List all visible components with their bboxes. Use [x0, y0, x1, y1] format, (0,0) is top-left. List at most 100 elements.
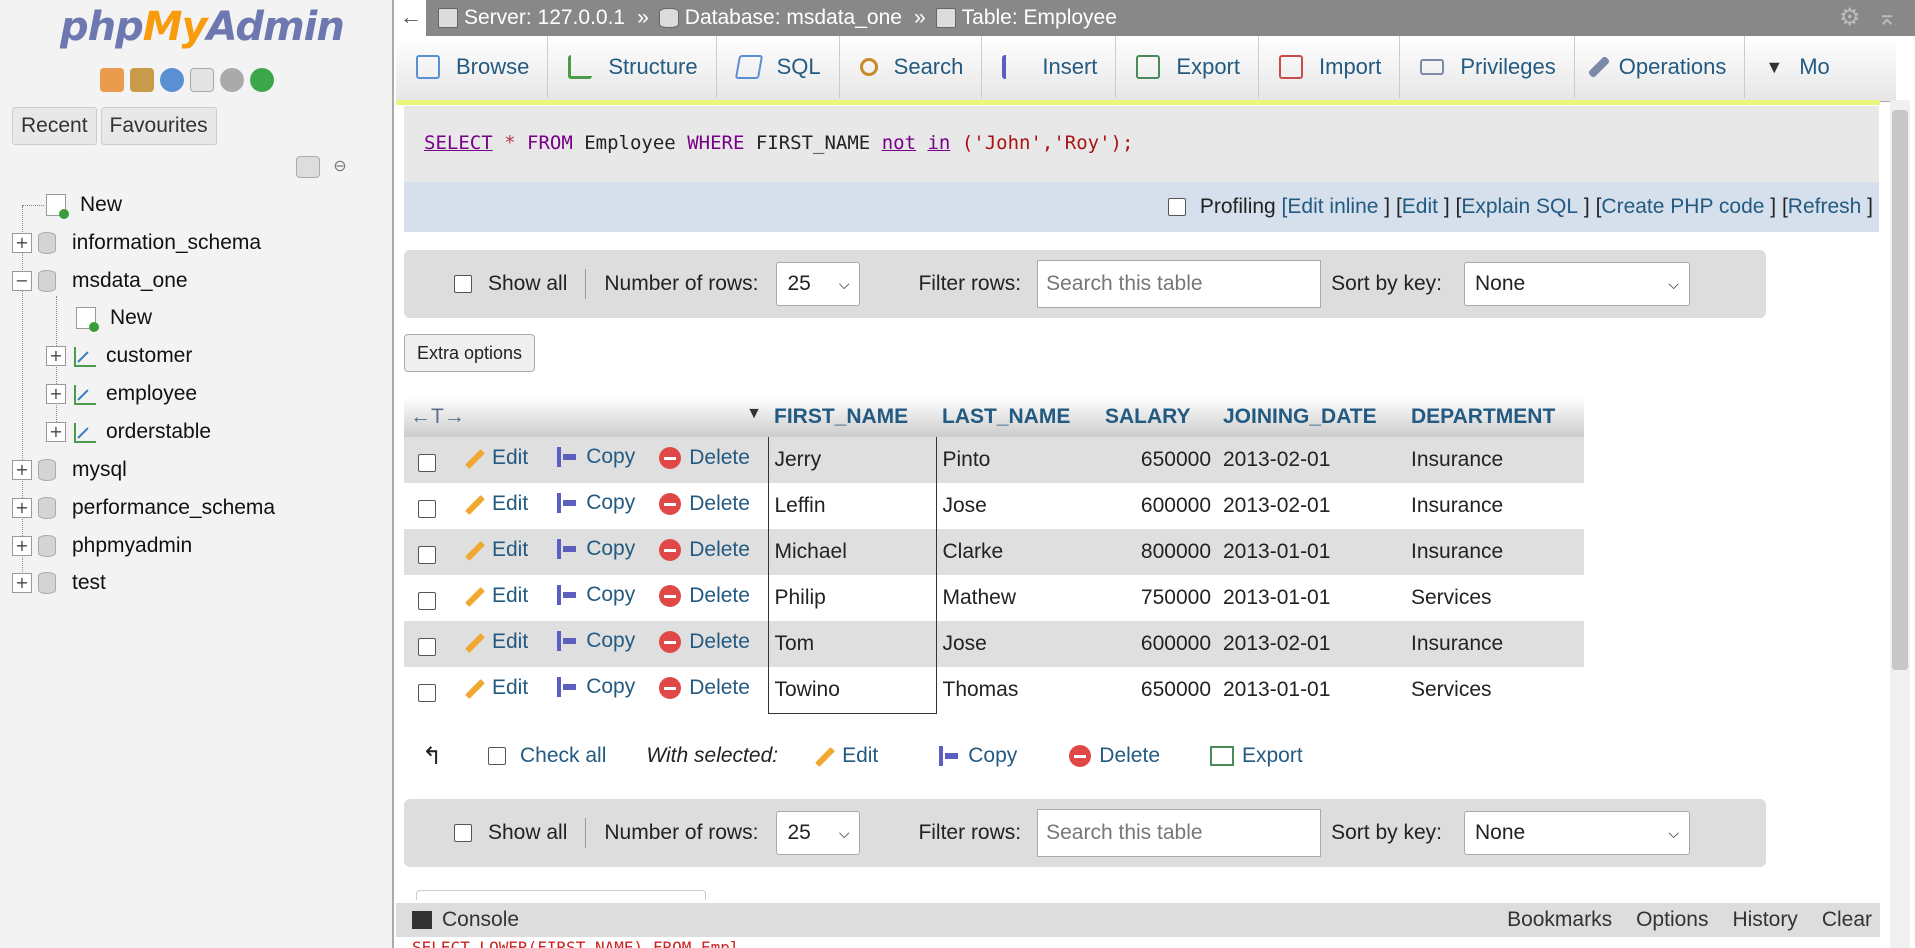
cell-salary[interactable]: 600000: [1099, 483, 1217, 529]
refresh-link[interactable]: Refresh: [1788, 195, 1862, 219]
cell-last-name[interactable]: Jose: [936, 483, 1099, 529]
row-copy[interactable]: Copy: [554, 675, 635, 699]
tab-sql[interactable]: SQL: [717, 36, 840, 98]
row-checkbox[interactable]: [418, 684, 436, 703]
cell-salary[interactable]: 650000: [1099, 437, 1217, 483]
collapse-minus-icon[interactable]: −: [12, 271, 32, 291]
row-delete[interactable]: Delete: [659, 676, 750, 700]
cell-salary[interactable]: 800000: [1099, 529, 1217, 575]
row-edit[interactable]: Edit: [462, 630, 528, 654]
tree-item-employee[interactable]: + employee: [46, 379, 197, 409]
cell-joining-date[interactable]: 2013-02-01: [1217, 483, 1405, 529]
scrollbar-thumb[interactable]: [1892, 110, 1908, 670]
tree-item-customer[interactable]: + customer: [46, 341, 192, 371]
profiling-checkbox[interactable]: [1167, 198, 1186, 216]
row-checkbox[interactable]: [418, 592, 436, 611]
row-checkbox[interactable]: [418, 500, 436, 519]
cell-last-name[interactable]: Mathew: [936, 575, 1099, 621]
cell-salary[interactable]: 750000: [1099, 575, 1217, 621]
cell-joining-date[interactable]: 2013-01-01: [1217, 529, 1405, 575]
row-copy[interactable]: Copy: [554, 537, 635, 561]
tab-more[interactable]: ▼ Mo: [1745, 36, 1847, 98]
collapse-all-icon[interactable]: [296, 156, 320, 178]
number-of-rows-select[interactable]: 25 ⌵: [776, 262, 861, 306]
expand-plus-icon[interactable]: +: [12, 536, 32, 556]
tree-item-new[interactable]: New: [18, 190, 122, 220]
row-edit[interactable]: Edit: [462, 538, 528, 562]
cell-department[interactable]: Insurance: [1405, 529, 1584, 575]
row-edit[interactable]: Edit: [462, 492, 528, 516]
tab-export[interactable]: Export: [1116, 36, 1259, 98]
filter-rows-input[interactable]: Search this table: [1037, 809, 1322, 857]
expand-plus-icon[interactable]: +: [12, 233, 32, 253]
tab-insert[interactable]: Insert: [982, 36, 1117, 98]
home-icon[interactable]: [100, 68, 124, 92]
tree-item-new-table[interactable]: New: [76, 303, 152, 333]
console-bar[interactable]: Console Bookmarks Options History Clear: [396, 903, 1880, 937]
sql-query-box[interactable]: SELECT * FROM Employee WHERE FIRST_NAME …: [404, 106, 1879, 182]
expand-plus-icon[interactable]: +: [12, 498, 32, 518]
with-selected-edit[interactable]: Edit: [812, 744, 878, 768]
link-with-main-icon[interactable]: ⊖: [328, 156, 352, 178]
cell-last-name[interactable]: Thomas: [936, 667, 1099, 713]
row-delete[interactable]: Delete: [659, 630, 750, 654]
tree-item-information-schema[interactable]: + information_schema: [12, 228, 261, 258]
cell-last-name[interactable]: Clarke: [936, 529, 1099, 575]
logout-icon[interactable]: [130, 68, 154, 92]
settings-gear-icon[interactable]: [220, 68, 244, 92]
console-history[interactable]: History: [1732, 908, 1797, 932]
tab-operations[interactable]: Operations: [1575, 36, 1746, 98]
cell-first-name[interactable]: Philip: [767, 575, 937, 621]
help-icon[interactable]: [160, 68, 184, 92]
filter-rows-input[interactable]: Search this table: [1037, 260, 1322, 308]
explain-sql-link[interactable]: Explain SQL: [1461, 195, 1578, 219]
cell-first-name[interactable]: Jerry: [767, 437, 937, 483]
breadcrumb-server[interactable]: Server: 127.0.0.1: [438, 6, 625, 30]
with-selected-delete[interactable]: Delete: [1069, 744, 1160, 768]
recent-tab[interactable]: Recent: [12, 107, 97, 145]
cell-first-name[interactable]: Towino: [767, 667, 937, 714]
row-checkbox[interactable]: [418, 454, 436, 473]
column-header-salary[interactable]: SALARY: [1099, 397, 1217, 437]
console-label[interactable]: Console: [442, 908, 519, 932]
extra-options-button[interactable]: Extra options: [404, 334, 536, 372]
column-resize-arrows-icon[interactable]: ←T→: [410, 405, 465, 428]
documentation-icon[interactable]: [190, 68, 214, 92]
tree-item-test[interactable]: + test: [12, 568, 106, 598]
breadcrumb-database[interactable]: Database: msdata_one: [658, 6, 902, 30]
console-options[interactable]: Options: [1636, 908, 1708, 932]
tree-item-mysql[interactable]: + mysql: [12, 455, 127, 485]
sort-dropdown-icon[interactable]: ▼: [746, 405, 762, 423]
tab-browse[interactable]: Browse: [396, 36, 549, 98]
cell-joining-date[interactable]: 2013-02-01: [1217, 437, 1405, 483]
cell-salary[interactable]: 650000: [1099, 667, 1217, 713]
cell-joining-date[interactable]: 2013-01-01: [1217, 667, 1405, 713]
cell-first-name[interactable]: Leffin: [767, 483, 937, 529]
expand-plus-icon[interactable]: +: [46, 346, 66, 366]
row-copy[interactable]: Copy: [554, 629, 635, 653]
phpmyadmin-logo[interactable]: phpMyAdmin: [60, 4, 345, 50]
favourites-tab[interactable]: Favourites: [100, 107, 217, 145]
row-delete[interactable]: Delete: [659, 538, 750, 562]
check-all-checkbox[interactable]: [488, 747, 506, 765]
cell-joining-date[interactable]: 2013-01-01: [1217, 575, 1405, 621]
settings-gear-icon[interactable]: ⚙: [1839, 6, 1863, 30]
close-panel-icon[interactable]: ⌅: [1877, 6, 1901, 30]
edit-inline-link[interactable]: Edit inline: [1287, 195, 1378, 219]
cell-last-name[interactable]: Jose: [936, 621, 1099, 667]
cell-salary[interactable]: 600000: [1099, 621, 1217, 667]
column-header-department[interactable]: DEPARTMENT: [1405, 397, 1584, 437]
row-edit[interactable]: Edit: [462, 584, 528, 608]
create-php-code-link[interactable]: Create PHP code: [1601, 195, 1764, 219]
expand-plus-icon[interactable]: +: [12, 573, 32, 593]
tab-search[interactable]: Search: [840, 36, 983, 98]
cell-department[interactable]: Insurance: [1405, 483, 1584, 529]
check-all-link[interactable]: Check all: [520, 744, 606, 768]
tab-import[interactable]: Import: [1259, 36, 1401, 98]
tree-item-orderstable[interactable]: + orderstable: [46, 417, 211, 447]
row-checkbox[interactable]: [418, 638, 436, 657]
number-of-rows-select[interactable]: 25 ⌵: [776, 811, 861, 855]
tree-item-msdata-one[interactable]: − msdata_one: [12, 266, 188, 296]
row-edit[interactable]: Edit: [462, 446, 528, 470]
column-header-last-name[interactable]: LAST_NAME: [936, 397, 1099, 437]
